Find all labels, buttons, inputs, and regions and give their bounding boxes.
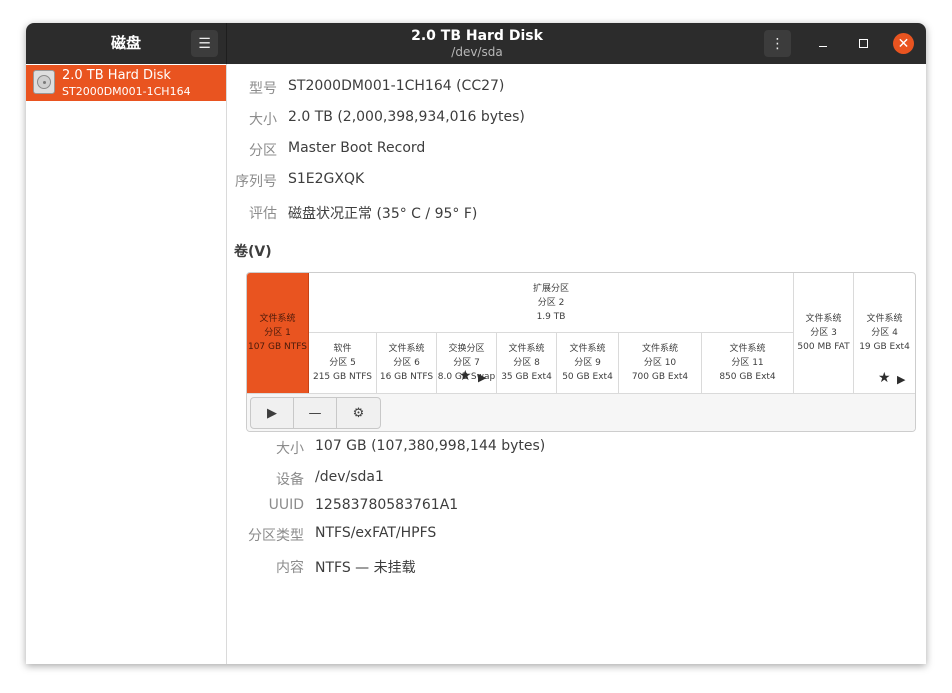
partition-10-type: 文件系统 bbox=[641, 344, 678, 354]
partition-1-size: 107 GB NTFS bbox=[247, 342, 307, 352]
partition-type-label: 分区类型 bbox=[248, 528, 304, 544]
partition-8-block[interactable]: 文件系统 分区 8 35 GB Ext4 bbox=[496, 333, 556, 393]
extended-partition-name: 分区 2 bbox=[537, 297, 565, 308]
serial-label: 序列号 bbox=[235, 174, 277, 190]
system-partition-star-icon: ★ bbox=[878, 370, 891, 386]
partition-4-type: 文件系统 bbox=[866, 314, 903, 324]
minus-icon: — bbox=[308, 405, 322, 421]
partition-4-size: 19 GB Ext4 bbox=[859, 342, 910, 352]
minimize-button[interactable] bbox=[812, 33, 833, 54]
disk-list-item-model: ST2000DM001-1CH164 bbox=[62, 85, 191, 98]
extended-partition-size: 1.9 TB bbox=[536, 311, 566, 322]
maximize-button[interactable] bbox=[853, 33, 874, 54]
header-bar: 磁盘 ☰ 2.0 TB Hard Disk /dev/sda ⋮ ✕ bbox=[26, 23, 926, 64]
partition-9-size: 50 GB Ext4 bbox=[562, 372, 613, 382]
assessment-value: 磁盘状况正常 (35° C / 95° F) bbox=[288, 206, 478, 222]
partition-8-size: 35 GB Ext4 bbox=[501, 372, 552, 382]
disk-list-item-name: 2.0 TB Hard Disk bbox=[62, 68, 171, 83]
partition-uuid-value: 12583780583761A1 bbox=[315, 497, 459, 513]
partition-5-type: 软件 bbox=[333, 344, 352, 354]
disk-device-path: /dev/sda bbox=[451, 45, 503, 59]
assessment-label: 评估 bbox=[249, 206, 277, 222]
partition-6-size: 16 GB NTFS bbox=[379, 372, 434, 382]
partition-contents-label: 内容 bbox=[276, 560, 304, 576]
partition-9-block[interactable]: 文件系统 分区 9 50 GB Ext4 bbox=[556, 333, 618, 393]
extended-partition-block[interactable]: 扩展分区 分区 2 1.9 TB bbox=[309, 273, 793, 333]
extended-partition-type: 扩展分区 bbox=[532, 283, 569, 294]
delete-partition-button[interactable]: — bbox=[294, 398, 337, 428]
gears-icon: ⚙ bbox=[352, 405, 365, 421]
volumes-heading: 卷(V) bbox=[234, 244, 272, 260]
partition-6-block[interactable]: 文件系统 分区 6 16 GB NTFS bbox=[376, 333, 436, 393]
partition-4-name: 分区 4 bbox=[871, 328, 898, 338]
hard-disk-icon bbox=[33, 70, 55, 94]
partition-3-name: 分区 3 bbox=[810, 328, 837, 338]
disks-window: 磁盘 ☰ 2.0 TB Hard Disk /dev/sda ⋮ ✕ 2.0 T… bbox=[26, 23, 926, 664]
partition-size-value: 107 GB (107,380,998,144 bytes) bbox=[315, 438, 546, 454]
partition-4-block[interactable]: 文件系统 分区 4 19 GB Ext4 ★ ▶ bbox=[853, 273, 915, 393]
swap-active-play-icon: ▶ bbox=[478, 371, 487, 384]
partition-1-type: 文件系统 bbox=[259, 314, 296, 324]
model-value: ST2000DM001-1CH164 (CC27) bbox=[288, 78, 505, 94]
disk-details-panel: 型号 ST2000DM001-1CH164 (CC27) 大小 2.0 TB (… bbox=[227, 64, 926, 664]
partition-contents-value: NTFS — 未挂载 bbox=[315, 560, 416, 576]
partition-10-size: 700 GB Ext4 bbox=[631, 372, 689, 382]
disk-list-item[interactable]: 2.0 TB Hard Disk ST2000DM001-1CH164 bbox=[26, 65, 226, 101]
partition-10-name: 分区 10 bbox=[643, 358, 677, 368]
partition-settings-button[interactable]: ⚙ bbox=[337, 398, 380, 428]
disk-menu-button[interactable]: ⋮ bbox=[764, 30, 791, 57]
partition-11-name: 分区 11 bbox=[731, 358, 764, 368]
serial-value: S1E2GXQK bbox=[288, 171, 365, 187]
partition-7-type: 交换分区 bbox=[448, 344, 485, 354]
hamburger-icon: ☰ bbox=[198, 35, 211, 52]
partition-uuid-label: UUID bbox=[268, 497, 304, 513]
size-value: 2.0 TB (2,000,398,934,016 bytes) bbox=[288, 109, 525, 125]
partition-1-name: 分区 1 bbox=[264, 328, 291, 338]
partitioning-value: Master Boot Record bbox=[288, 140, 426, 156]
partition-7-block[interactable]: 交换分区 分区 7 8.0 GB Swap ★ ▶ bbox=[436, 333, 496, 393]
partition-11-size: 850 GB Ext4 bbox=[719, 372, 776, 382]
partition-6-type: 文件系统 bbox=[388, 344, 425, 354]
partition-9-type: 文件系统 bbox=[569, 344, 606, 354]
partition-11-type: 文件系统 bbox=[729, 344, 766, 354]
partition-type-value: NTFS/exFAT/HPFS bbox=[315, 525, 437, 541]
partition-3-type: 文件系统 bbox=[805, 314, 842, 324]
maximize-icon bbox=[859, 39, 868, 48]
kebab-menu-icon: ⋮ bbox=[770, 35, 785, 52]
model-label: 型号 bbox=[249, 81, 277, 97]
sidebar-menu-button[interactable]: ☰ bbox=[191, 30, 218, 57]
disk-title-block: 2.0 TB Hard Disk /dev/sda bbox=[227, 28, 727, 60]
partitioning-label: 分区 bbox=[249, 143, 277, 159]
partition-device-label: 设备 bbox=[276, 472, 304, 488]
partition-8-name: 分区 8 bbox=[513, 358, 540, 368]
close-icon: ✕ bbox=[897, 35, 910, 52]
play-icon: ▶ bbox=[267, 405, 277, 421]
minimize-icon bbox=[818, 46, 827, 47]
partition-5-size: 215 GB NTFS bbox=[312, 372, 372, 382]
disk-title: 2.0 TB Hard Disk bbox=[411, 28, 543, 44]
partition-3-block[interactable]: 文件系统 分区 3 500 MB FAT bbox=[793, 273, 853, 393]
partition-11-block[interactable]: 文件系统 分区 11 850 GB Ext4 bbox=[701, 333, 793, 393]
partition-5-block[interactable]: 软件 分区 5 215 GB NTFS bbox=[309, 333, 376, 393]
partition-10-block[interactable]: 文件系统 分区 10 700 GB Ext4 bbox=[618, 333, 701, 393]
disk-list-sidebar: 2.0 TB Hard Disk ST2000DM001-1CH164 bbox=[26, 64, 227, 664]
partition-5-name: 分区 5 bbox=[329, 358, 356, 368]
close-button[interactable]: ✕ bbox=[893, 33, 914, 54]
partition-device-value: /dev/sda1 bbox=[315, 469, 384, 485]
size-label: 大小 bbox=[249, 112, 277, 128]
partition-3-size: 500 MB FAT bbox=[797, 342, 850, 352]
partition-1-block[interactable]: 文件系统 分区 1 107 GB NTFS bbox=[247, 273, 309, 393]
partition-size-label: 大小 bbox=[276, 441, 304, 457]
volume-toolbar: ▶ — ⚙ bbox=[247, 393, 915, 431]
volume-toolbar-buttons: ▶ — ⚙ bbox=[250, 397, 381, 429]
partition-6-name: 分区 6 bbox=[393, 358, 420, 368]
system-partition-star-icon: ★ bbox=[459, 368, 472, 384]
volume-map: 文件系统 分区 1 107 GB NTFS 扩展分区 分区 2 1.9 TB 软… bbox=[246, 272, 916, 432]
partition-8-type: 文件系统 bbox=[508, 344, 545, 354]
mount-button[interactable]: ▶ bbox=[251, 398, 294, 428]
mounted-play-icon: ▶ bbox=[897, 373, 906, 386]
partition-9-name: 分区 9 bbox=[574, 358, 601, 368]
